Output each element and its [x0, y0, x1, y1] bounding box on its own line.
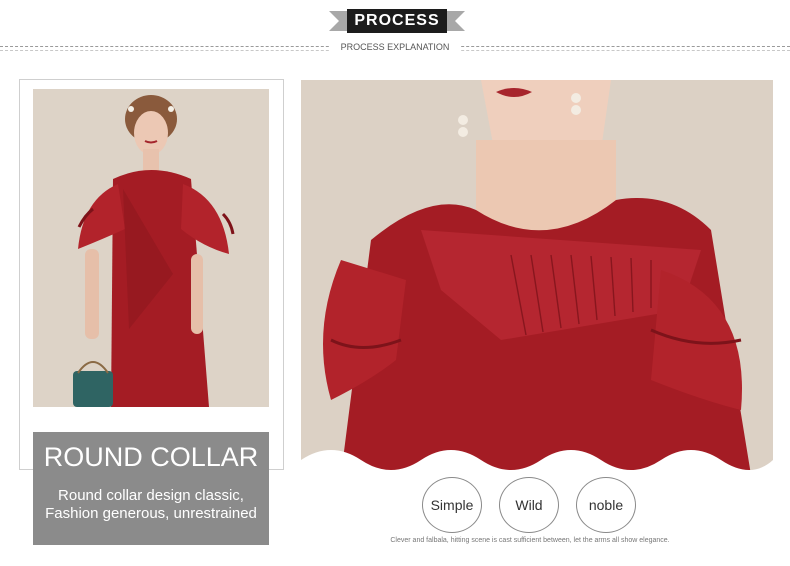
process-banner: PROCESS: [329, 9, 465, 33]
keyword-simple: Simple: [422, 477, 482, 533]
banner-ribbon-left: [329, 11, 347, 31]
keyword-noble: noble: [576, 477, 636, 533]
collar-closeup-photo: [301, 80, 773, 475]
caption-title: ROUND COLLAR: [43, 442, 259, 472]
caption-line-2: Fashion generous, unrestrained: [45, 505, 257, 522]
process-subtitle: PROCESS EXPLANATION: [330, 40, 460, 54]
caption-line-1: Round collar design classic,: [58, 487, 244, 504]
banner-ribbon-right: [447, 11, 465, 31]
keyword-wild: Wild: [499, 477, 559, 533]
model-full-photo: [33, 89, 269, 407]
process-title: PROCESS: [347, 9, 447, 33]
caption-panel: ROUND COLLAR Round collar design classic…: [33, 432, 269, 545]
caption-description: Round collar design classic, Fashion gen…: [33, 487, 269, 523]
footnote-text: Clever and falbala, hitting scene is cas…: [390, 537, 670, 544]
